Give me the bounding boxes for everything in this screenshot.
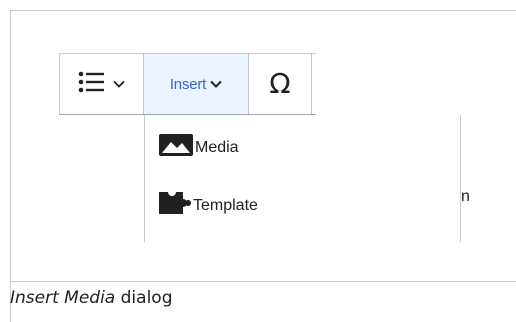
menu-item-template[interactable]: Template [159, 192, 258, 219]
media-icon [159, 134, 193, 161]
figure-caption: Insert Media dialog [10, 288, 173, 308]
insert-label: Insert [169, 75, 207, 93]
menu-item-label: Media [195, 138, 239, 156]
list-menu-button[interactable] [59, 54, 144, 114]
menu-item-label: Template [193, 196, 258, 214]
menu-item-media[interactable]: Media [159, 134, 239, 161]
caption-divider [10, 281, 516, 282]
puzzle-piece-icon [159, 192, 191, 219]
insert-menu-button[interactable]: Insert [144, 54, 249, 114]
insert-dropdown-menu: Media Template [144, 115, 461, 242]
special-character-button[interactable]: Ω [249, 54, 312, 114]
omega-icon: Ω [269, 67, 291, 100]
caption-emphasis: Insert Media [10, 288, 116, 308]
chevron-down-icon [113, 75, 125, 93]
bullet-list-icon [78, 71, 108, 98]
caption-text: dialog [115, 288, 173, 308]
background-text-fragment: n [461, 188, 470, 205]
editor-toolbar: Insert Ω [59, 53, 316, 115]
chevron-down-icon [210, 75, 222, 93]
